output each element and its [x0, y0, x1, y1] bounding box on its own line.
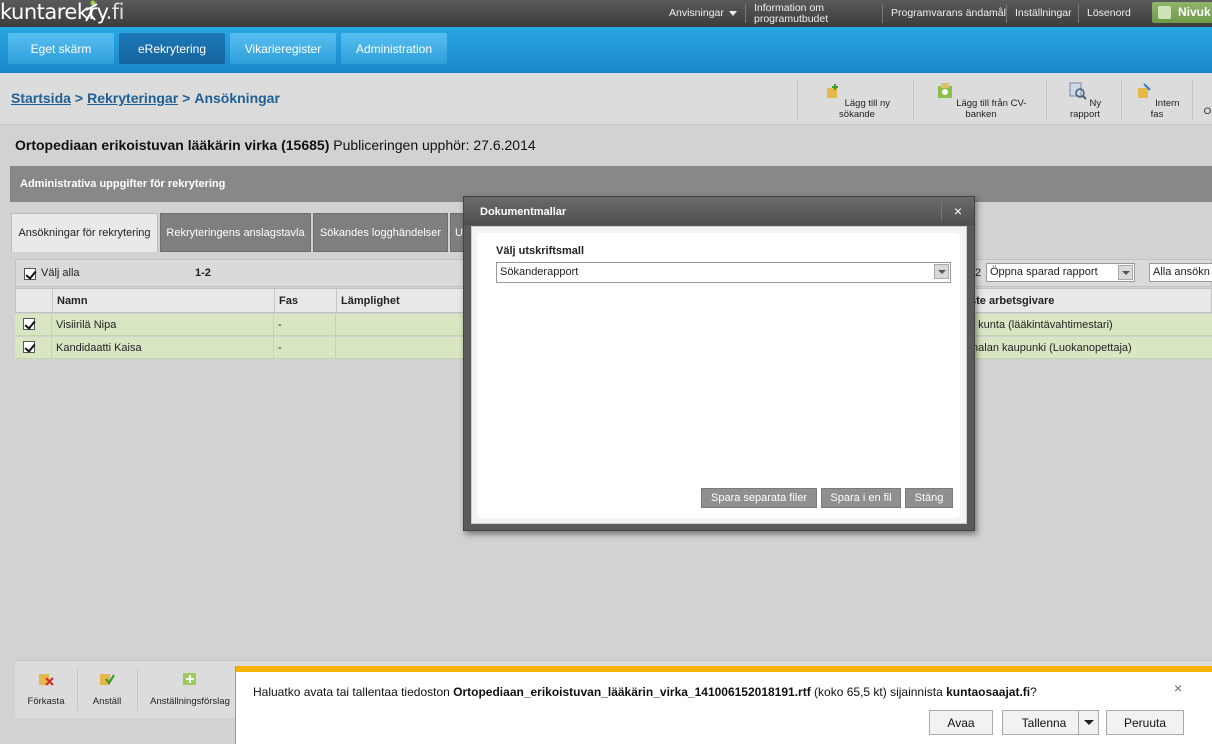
close-icon[interactable]: × — [950, 203, 966, 219]
column-suitability[interactable]: Lämplighet — [341, 289, 400, 312]
dialog-body: Välj utskriftsmall Sökanderapport Spara … — [471, 226, 967, 524]
download-notification-bar: Haluatko avata tai tallentaa tiedoston O… — [235, 666, 1212, 744]
save-options-dropdown[interactable] — [1078, 710, 1099, 735]
add-person-icon — [826, 84, 838, 98]
template-label: Välj utskriftsmall — [496, 245, 585, 257]
select-all-checkbox[interactable] — [24, 268, 36, 280]
page-header: Startsida > Rekryteringar > Ansökningar Lägg… — [0, 73, 1212, 125]
password-link[interactable]: Lösenord — [1078, 0, 1131, 27]
tab-applications[interactable]: Ansökningar för rekrytering — [11, 213, 158, 252]
column-employer[interactable]: ste arbetsgivare — [970, 289, 1054, 312]
save-file-button[interactable]: Tallenna — [1002, 710, 1086, 735]
hire-proposal-button[interactable]: Anställningsförslag — [145, 669, 235, 707]
column-divider — [274, 289, 275, 312]
internal-phase-button[interactable]: Intern fas — [1127, 80, 1187, 120]
tab-bulletin-board[interactable]: Rekryteringens anslagstavla — [160, 213, 311, 252]
info-link[interactable]: Information om programutbudet — [744, 0, 828, 27]
toolbar-divider — [1046, 80, 1047, 120]
internal-phase-icon — [1137, 83, 1151, 98]
chevron-down-icon — [728, 11, 737, 16]
column-phase[interactable]: Fas — [279, 289, 298, 312]
select-all-label: Välj alla — [41, 267, 80, 279]
applicant-filter-select[interactable]: Alla ansökn — [1149, 263, 1212, 282]
column-divider — [335, 337, 336, 358]
hire-proposal-icon — [183, 673, 196, 685]
tab-administration[interactable]: Administration — [341, 33, 447, 64]
dialog-title: Dokumentmallar — [464, 197, 974, 225]
tab-eget-skarm[interactable]: Eget skärm — [8, 33, 114, 64]
download-site: kuntaosaajat.fi — [946, 685, 1031, 699]
cv-bank-icon — [937, 83, 952, 98]
add-applicant-button[interactable]: Lägg till ny sökande — [810, 80, 904, 120]
add-from-cv-button[interactable]: Lägg till från CV-banken — [922, 80, 1040, 120]
breadcrumb-current: Ansökningar — [194, 90, 280, 106]
notification-accent — [236, 666, 1212, 672]
more-button[interactable]: O — [1203, 80, 1212, 120]
report-search-icon — [1069, 82, 1087, 100]
settings-link[interactable]: Inställningar — [1006, 0, 1072, 27]
app-logo[interactable]: kuntarekry.fi — [0, 0, 124, 27]
breadcrumb-home[interactable]: Startsida — [11, 90, 71, 106]
reject-button[interactable]: Förkasta — [23, 669, 69, 707]
dialog-content: Välj utskriftsmall Sökanderapport Spara … — [477, 233, 960, 518]
toolbar-divider — [913, 80, 914, 120]
toolbar-divider — [1192, 80, 1193, 120]
job-title: Ortopediaan erikoistuvan lääkärin virka … — [15, 137, 536, 153]
applicant-phase: - — [278, 341, 282, 354]
open-file-button[interactable]: Avaa — [929, 710, 993, 735]
record-range: 1-2 — [195, 267, 211, 279]
main-nav: Eget skärm eRekrytering Vikarieregister … — [0, 27, 1212, 73]
column-divider — [335, 314, 336, 335]
more-icon — [1203, 82, 1212, 100]
new-report-button[interactable]: Ny rapport — [1053, 80, 1117, 120]
tab-vikarieregister[interactable]: Vikarieregister — [230, 33, 336, 64]
logo-figure-icon — [85, 0, 98, 22]
chevron-down-icon — [1118, 265, 1133, 280]
template-select[interactable]: Sökanderapport — [496, 262, 951, 283]
toolbar-divider — [137, 669, 138, 711]
column-divider — [52, 289, 53, 312]
row-checkbox[interactable] — [23, 318, 35, 330]
download-prompt: Haluatko avata tai tallentaa tiedoston O… — [253, 685, 1037, 699]
hire-check-icon — [100, 674, 115, 685]
toolbar-divider — [1121, 80, 1122, 120]
hire-button[interactable]: Anställ — [85, 669, 129, 707]
toolbar-divider — [77, 669, 78, 711]
tab-erekrytering[interactable]: eRekrytering — [119, 33, 225, 64]
column-divider — [51, 314, 52, 335]
toolbar-divider — [797, 80, 798, 120]
cancel-download-button[interactable]: Peruuta — [1106, 710, 1184, 735]
applicant-name[interactable]: Visiirilä Nipa — [56, 314, 116, 335]
save-single-button[interactable]: Spara i en fil — [821, 488, 901, 508]
breadcrumb-recruitments[interactable]: Rekryteringar — [87, 90, 178, 106]
column-divider — [273, 314, 274, 335]
user-button[interactable]: Nivuk — [1152, 2, 1212, 23]
column-divider — [336, 289, 337, 312]
applicant-phase: - — [278, 318, 282, 331]
download-filename: Ortopediaan_erikoistuvan_lääkärin_virka_… — [453, 685, 811, 699]
saved-report-select[interactable]: Öppna sparad rapport — [986, 263, 1135, 282]
user-icon — [1158, 6, 1171, 19]
purpose-link[interactable]: Programvarans ändamål — [882, 0, 1006, 27]
annotations-menu[interactable]: Anvisningar — [669, 0, 737, 27]
applicant-name[interactable]: Kandidaatti Kaisa — [56, 337, 142, 358]
applicant-employer: n kunta (lääkintävahtimestari) — [969, 318, 1113, 331]
dialog-divider — [941, 201, 942, 221]
column-name[interactable]: Namn — [57, 289, 88, 312]
document-templates-dialog: Dokumentmallar × Välj utskriftsmall Söka… — [463, 196, 975, 531]
top-bar: kuntarekry.fi Anvisningar Information om… — [0, 0, 1212, 27]
column-divider — [51, 337, 52, 358]
publish-end-date: Publiceringen upphör: 27.6.2014 — [333, 137, 536, 153]
close-icon[interactable]: × — [1174, 680, 1182, 696]
breadcrumb: Startsida > Rekryteringar > Ansökningar — [11, 90, 280, 106]
chevron-down-icon — [934, 264, 949, 279]
row-checkbox[interactable] — [23, 341, 35, 353]
close-dialog-button[interactable]: Stäng — [905, 488, 953, 508]
record-count: 2 — [975, 267, 982, 279]
save-separate-button[interactable]: Spara separata filer — [701, 488, 817, 508]
applicant-employer: malan kaupunki (Luokanopettaja) — [969, 341, 1132, 354]
column-divider — [273, 337, 274, 358]
tab-applicant-log[interactable]: Sökandes logghändelser — [313, 213, 448, 252]
reject-icon — [39, 674, 54, 686]
